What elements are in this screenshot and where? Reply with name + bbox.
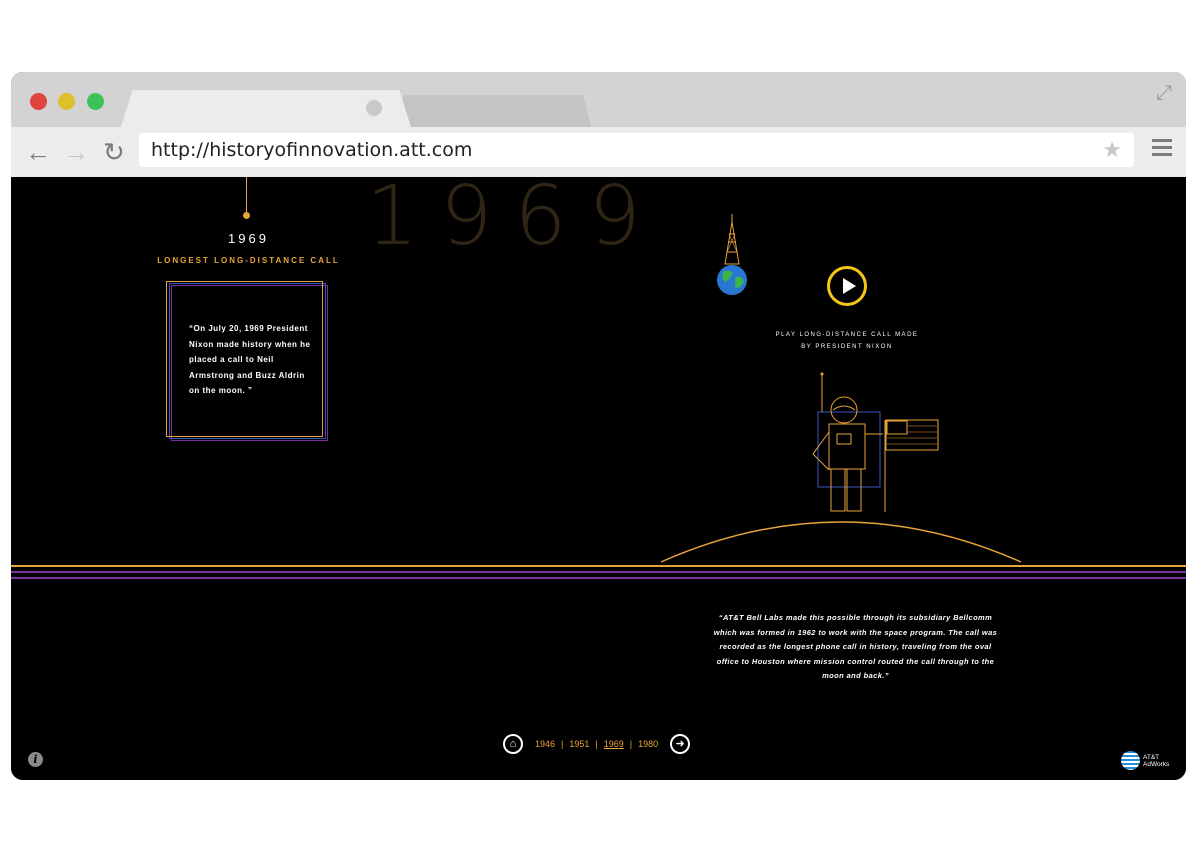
play-caption: PLAY LONG-DISTANCE CALL MADE BY PRESIDEN… <box>761 329 933 353</box>
title-bar: ⤢ <box>11 72 1186 127</box>
nav-year-1980[interactable]: 1980 <box>638 739 658 749</box>
close-window-button[interactable] <box>30 93 47 110</box>
year-label: 1969 <box>228 231 269 246</box>
play-call-button[interactable] <box>827 266 867 306</box>
browser-toolbar: ← → ↻ http://historyofinnovation.att.com… <box>11 127 1186 177</box>
brand-line2: AdWorks <box>1143 760 1170 768</box>
play-icon <box>843 278 856 294</box>
astronaut-moon-illustration <box>660 372 1022 563</box>
background-year: 1969 <box>366 177 663 264</box>
brand-line1: AT&T <box>1143 753 1160 761</box>
headline: LONGEST LONG-DISTANCE CALL <box>157 256 340 265</box>
back-arrow-icon[interactable]: ← <box>25 133 51 171</box>
att-globe-icon <box>1121 751 1140 770</box>
bottom-quote: “AT&T Bell Labs made this possible throu… <box>713 613 998 680</box>
timeline-stripe-purple-2 <box>11 577 1186 579</box>
att-adworks-logo[interactable]: AT&T AdWorks <box>1121 751 1169 770</box>
minimize-window-button[interactable] <box>58 93 75 110</box>
zoom-window-button[interactable] <box>87 93 104 110</box>
menu-icon[interactable] <box>1152 139 1172 160</box>
timeline-navigation: ⌂ 1946 | 1951 | 1969 | 1980 ➜ <box>503 733 691 755</box>
play-caption-line2: BY PRESIDENT NIXON <box>801 344 893 350</box>
play-caption-line1: PLAY LONG-DISTANCE CALL MADE <box>775 332 919 338</box>
tab-inactive[interactable] <box>396 95 591 127</box>
nav-separator: | <box>561 739 564 749</box>
bookmark-star-icon[interactable]: ★ <box>1102 133 1122 167</box>
timeline-stripe-purple <box>11 571 1186 573</box>
browser-window: ⤢ ← → ↻ http://historyofinnovation.att.c… <box>11 72 1186 780</box>
nav-year-1969[interactable]: 1969 <box>604 739 624 749</box>
nav-year-1951[interactable]: 1951 <box>569 739 589 749</box>
quote-text: “On July 20, 1969 President Nixon made h… <box>189 324 311 395</box>
home-icon[interactable]: ⌂ <box>503 734 523 754</box>
info-icon[interactable]: i <box>28 752 43 767</box>
forward-arrow-icon[interactable]: → <box>63 133 89 171</box>
address-bar[interactable]: http://historyofinnovation.att.com ★ <box>139 133 1134 167</box>
next-arrow-icon[interactable]: ➜ <box>670 734 691 754</box>
reload-icon[interactable]: ↻ <box>103 133 125 171</box>
timeline-dot <box>243 212 250 219</box>
timeline-stripe-orange <box>11 565 1186 567</box>
nav-separator: | <box>595 739 598 749</box>
tab-favicon <box>366 100 382 116</box>
fullscreen-icon[interactable]: ⤢ <box>1156 82 1172 105</box>
url-text: http://historyofinnovation.att.com <box>151 139 473 161</box>
att-brand-text: AT&T AdWorks <box>1143 754 1169 768</box>
nav-separator: | <box>629 739 633 749</box>
nav-year-1946[interactable]: 1946 <box>535 739 555 749</box>
page-content: 1969 1969 LONGEST LONG-DISTANCE CALL “On… <box>11 177 1186 780</box>
radio-tower-globe-icon <box>717 214 747 295</box>
timeline-line <box>246 177 247 214</box>
